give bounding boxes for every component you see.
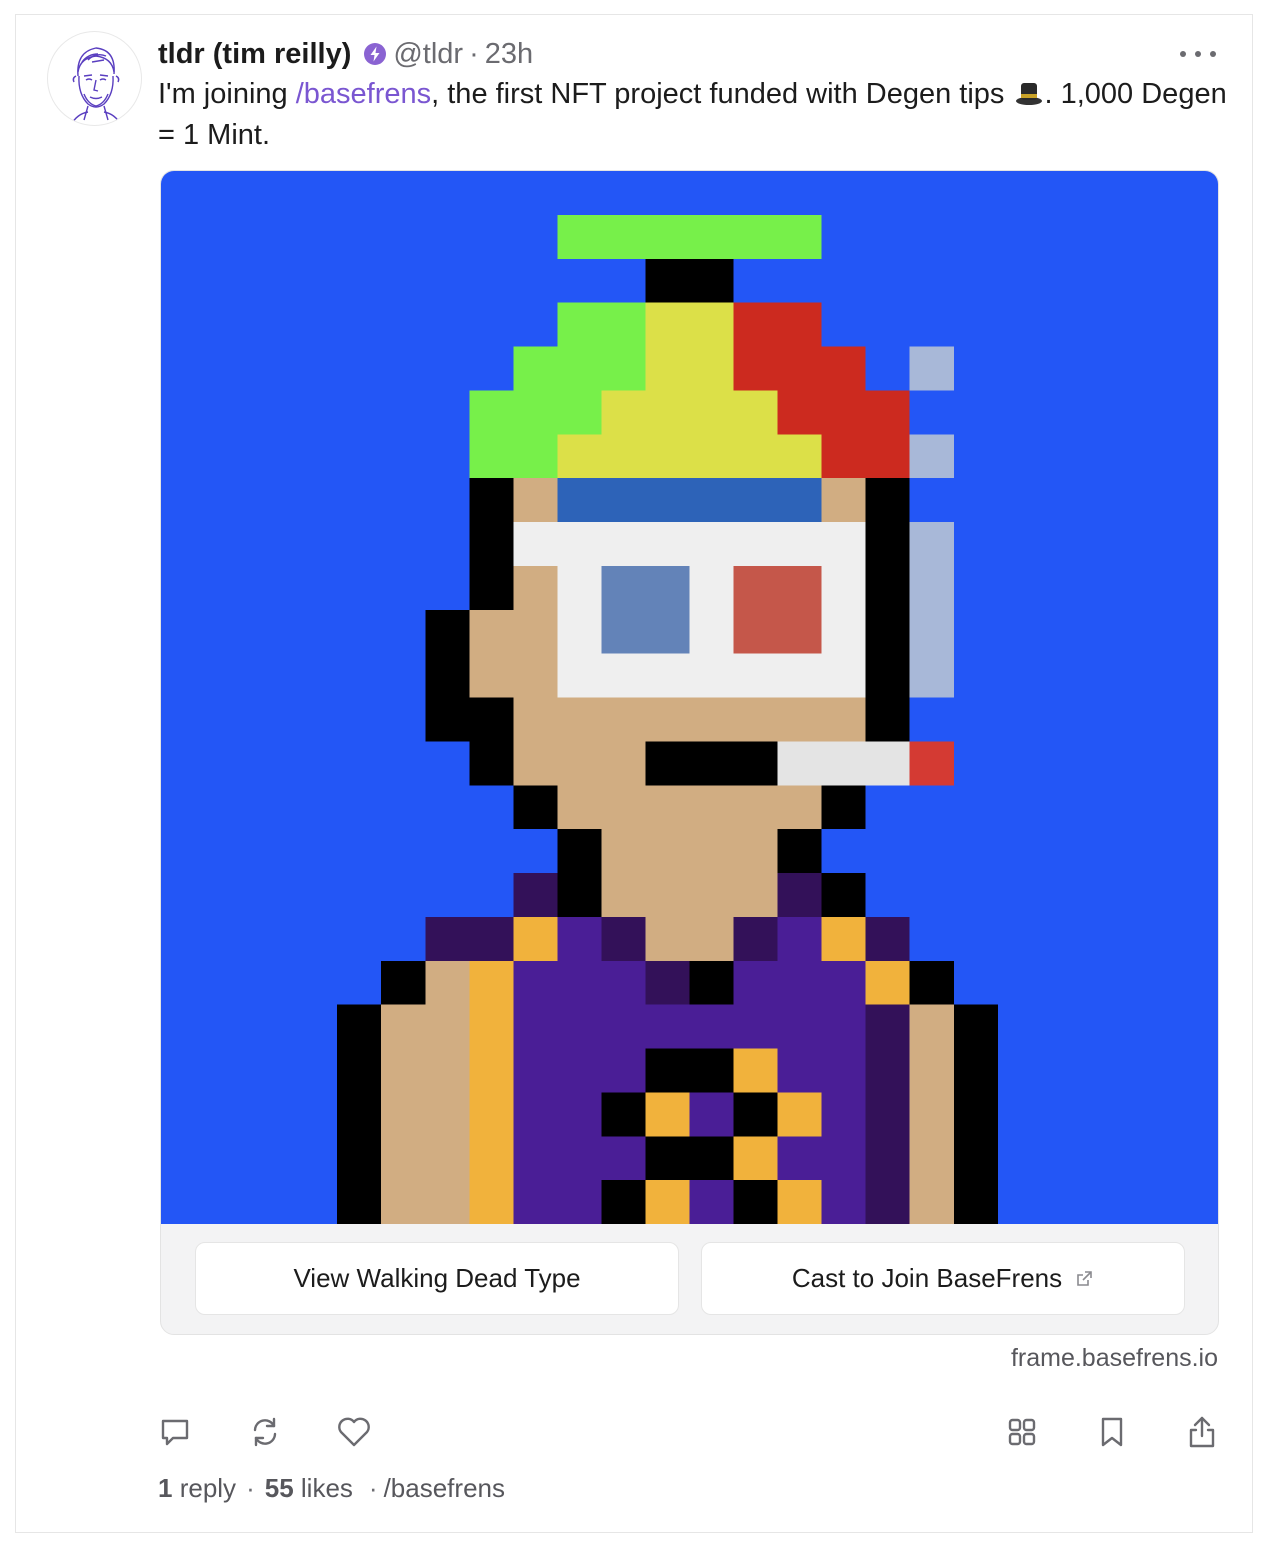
reply-icon[interactable] [153,1410,197,1454]
frame-embed[interactable]: View Walking Dead Type Cast to Join Base… [160,170,1219,1335]
more-options-button[interactable] [1176,40,1220,68]
replies-label[interactable]: reply [180,1473,236,1504]
display-name[interactable]: tldr (tim reilly) [158,38,351,71]
cast-text-part: I'm joining [158,78,296,110]
replies-count[interactable]: 1 [158,1473,172,1504]
cast-text: I'm joining /basefrens, the first NFT pr… [158,76,1228,154]
stats-separator: · [368,1472,378,1503]
avatar-portrait-icon [70,47,122,125]
grid-icon[interactable] [1000,1410,1044,1454]
frame-button-view-type[interactable]: View Walking Dead Type [195,1242,679,1315]
like-icon[interactable] [332,1410,376,1454]
frame-nft-image[interactable] [161,171,1218,1224]
cast-header: tldr (tim reilly) @tldr · 23h [158,34,533,74]
more-dot-icon [1180,51,1186,57]
stats-separator: · [246,1472,255,1503]
frame-button-label: View Walking Dead Type [293,1263,581,1293]
recast-icon[interactable] [243,1410,287,1454]
frame-button-label: Cast to Join BaseFrens [791,1263,1063,1293]
channel-link[interactable]: /basefrens [296,78,431,110]
bookmark-icon[interactable] [1090,1410,1134,1454]
more-dot-icon [1195,51,1201,57]
external-link-icon [1074,1269,1094,1289]
header-separator: · [469,37,479,70]
user-handle[interactable]: @tldr [393,38,463,71]
power-badge-icon [363,42,387,66]
top-hat-emoji-icon [1015,79,1043,117]
timestamp[interactable]: 23h [485,38,533,71]
cast-stats: 1 reply · 55 likes · /basefrens [158,1470,505,1506]
likes-count[interactable]: 55 [265,1473,294,1504]
cast-text-part: , the first NFT project funded with Dege… [431,78,1013,110]
frame-button-cast-to-join[interactable]: Cast to Join BaseFrens [701,1242,1185,1315]
avatar[interactable] [47,31,142,126]
likes-label[interactable]: likes [301,1473,353,1504]
stats-channel-link[interactable]: /basefrens [384,1473,505,1504]
more-dot-icon [1210,51,1216,57]
share-icon[interactable] [1180,1410,1224,1454]
frame-domain[interactable]: frame.basefrens.io [900,1344,1218,1373]
